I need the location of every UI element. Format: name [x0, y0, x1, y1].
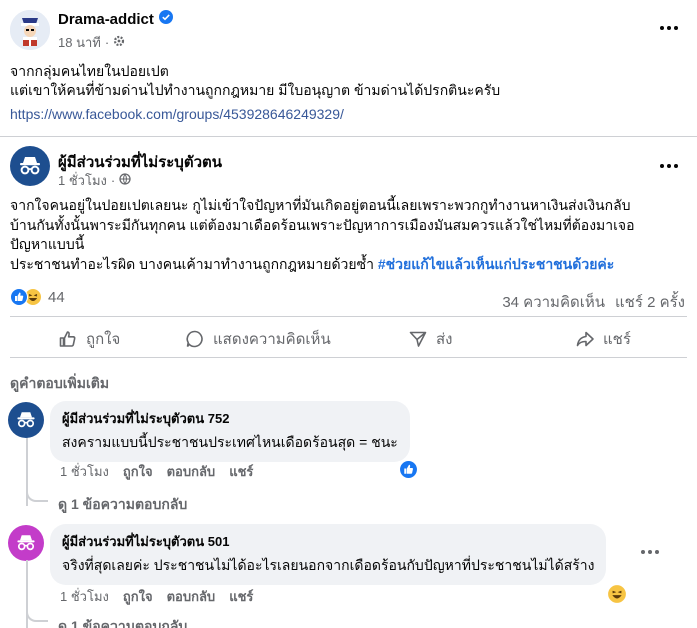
reply-connector: [26, 486, 48, 502]
comment-avatar[interactable]: [8, 402, 44, 438]
shared-text-line: จากใจคนอยู่ในปอยเปตเลยนะ กูไม่เข้าใจปัญห…: [10, 197, 631, 213]
shared-card-divider: [0, 136, 697, 137]
author-avatar[interactable]: [10, 10, 50, 50]
comment-like-badge-icon[interactable]: [399, 460, 418, 484]
comment-more-options-icon[interactable]: [641, 550, 659, 554]
anonymous-incognito-icon: [20, 157, 40, 175]
send-icon: [409, 331, 427, 347]
comment-bubble: ผู้มีส่วนร่วมที่ไม่ระบุตัวตน 752 สงครามแ…: [50, 401, 410, 462]
hashtag-link[interactable]: #ช่วยแก้ไขแล้วเห็นแก่ประชาชนด้วยค่ะ: [378, 256, 614, 272]
comment-like-button[interactable]: ถูกใจ: [123, 586, 153, 607]
share-arrow-icon: [576, 331, 594, 347]
thumbs-up-icon: [59, 331, 76, 347]
author-name[interactable]: Drama-addict: [58, 11, 154, 28]
anonymous-incognito-icon: [17, 535, 35, 551]
comment-button-label: แสดงความคิดเห็น: [213, 331, 331, 348]
reply-connector: [26, 606, 48, 622]
view-replies-link[interactable]: ดู 1 ข้อความตอบกลับ: [58, 616, 187, 628]
comment-author[interactable]: ผู้มีส่วนร่วมที่ไม่ระบุตัวตน 752: [62, 408, 398, 429]
reaction-count[interactable]: 44: [48, 289, 65, 306]
post-time[interactable]: 18 นาที: [58, 32, 101, 53]
post-link[interactable]: https://www.facebook.com/groups/45392864…: [10, 106, 344, 122]
comment-avatar[interactable]: [8, 525, 44, 561]
comment-share-button[interactable]: แชร์: [229, 461, 253, 482]
like-reaction-icon: [10, 288, 28, 306]
comment-reply-button[interactable]: ตอบกลับ: [167, 461, 216, 482]
anonymous-avatar[interactable]: [10, 146, 50, 186]
shared-text-line: ปัญหาแบบนี้: [10, 236, 85, 252]
shared-text-line: บ้านกันทั้งนั้นพาระมีกันทุกคน แต่ต้องมาเ…: [10, 216, 635, 233]
send-button-label: ส่ง: [436, 331, 453, 348]
comment-time[interactable]: 1 ชั่วโมง: [60, 586, 109, 607]
comment-share-button[interactable]: แชร์: [229, 586, 253, 607]
comment-bubble-icon: [186, 330, 203, 348]
time-separator: ·: [110, 173, 116, 188]
verified-badge-icon: [158, 10, 173, 29]
comment-bubble: ผู้มีส่วนร่วมที่ไม่ระบุตัวตน 501 จริงที่…: [50, 524, 607, 585]
view-replies-link[interactable]: ดู 1 ข้อความตอบกลับ: [58, 494, 187, 516]
reaction-icons[interactable]: [10, 288, 42, 306]
comment-haha-badge-icon[interactable]: [607, 584, 627, 609]
send-button[interactable]: ส่ง: [408, 327, 452, 351]
comments-count[interactable]: 34 ความคิดเห็น: [502, 290, 605, 314]
more-replies-link[interactable]: ดูคำตอบเพิ่มเติม: [10, 373, 109, 395]
comment-button[interactable]: แสดงความคิดเห็น: [185, 327, 331, 351]
settings-gear-icon: [113, 35, 125, 50]
comment-text: สงครามแบบนี้ประชาชนประเทศไหนเดือดร้อนสุด…: [62, 434, 398, 450]
comment-time[interactable]: 1 ชั่วโมง: [60, 461, 109, 482]
like-button-label: ถูกใจ: [86, 331, 121, 348]
shared-text-line: ประชาชนทำอะไรผิด บางคนเค้ามาทำงานถูกกฎหม…: [10, 255, 378, 272]
comment-reply-button[interactable]: ตอบกลับ: [167, 586, 216, 607]
actions-top-divider: [10, 316, 687, 317]
post-more-options-icon[interactable]: [660, 26, 678, 30]
shares-count[interactable]: แชร์ 2 ครั้ง: [615, 290, 685, 314]
comment-like-button[interactable]: ถูกใจ: [123, 461, 153, 482]
shared-more-options-icon[interactable]: [660, 164, 678, 168]
shared-post-time[interactable]: 1 ชั่วโมง: [58, 170, 107, 191]
comment-text: จริงที่สุดเลยค่ะ ประชาชนไม่ได้อะไรเลยนอก…: [62, 557, 595, 573]
post-text-line: จากกลุ่มคนไทยในปอยเปต: [10, 63, 169, 79]
share-button-label: แชร์: [603, 331, 631, 348]
post-text-line: แต่เขาให้คนที่ข้ามด่านไปทำงานถูกกฎหมาย ม…: [10, 82, 501, 98]
anonymous-incognito-icon: [17, 412, 35, 428]
globe-icon: [119, 173, 131, 188]
actions-bottom-divider: [10, 357, 687, 358]
time-separator: ·: [104, 35, 110, 50]
like-button[interactable]: ถูกใจ: [58, 327, 120, 351]
share-button[interactable]: แชร์: [575, 327, 631, 351]
comment-author[interactable]: ผู้มีส่วนร่วมที่ไม่ระบุตัวตน 501: [62, 531, 594, 552]
